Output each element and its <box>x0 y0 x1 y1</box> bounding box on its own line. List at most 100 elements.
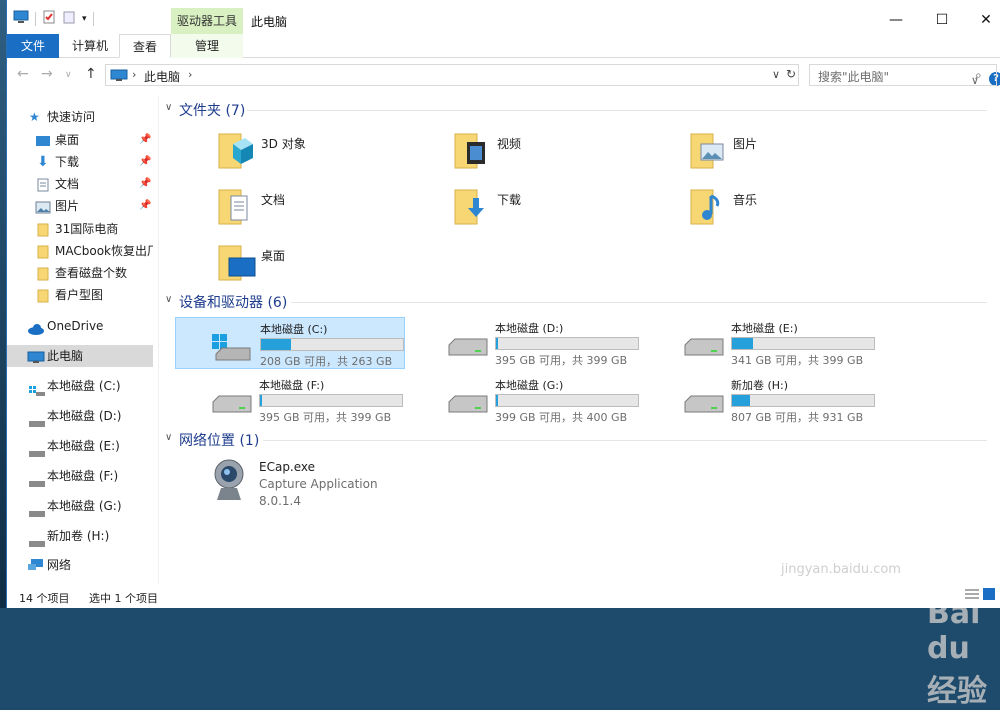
computer-icon[interactable] <box>13 10 29 27</box>
group-devices-header[interactable]: ∨ 设备和驱动器 (6) <box>159 292 1000 312</box>
folder-label: 桌面 <box>261 249 286 263</box>
maximize-button[interactable]: ☐ <box>919 8 965 32</box>
drive-free-space: 341 GB 可用，共 399 GB <box>731 354 864 367</box>
group-folders-header[interactable]: ∨ 文件夹 (7) <box>159 100 1000 120</box>
nav-pinned-pictures[interactable]: 图片 📌 <box>7 195 153 217</box>
drive-tile[interactable]: 本地磁盘 (G:) 399 GB 可用，共 400 GB <box>411 374 641 426</box>
drive-icon <box>212 395 252 413</box>
drive-tile[interactable]: 本地磁盘 (E:) 341 GB 可用，共 399 GB <box>647 317 877 369</box>
drive-tile[interactable]: 本地磁盘 (D:) 395 GB 可用，共 399 GB <box>411 317 641 369</box>
address-bar[interactable]: › 此电脑 › ∨ ↻ <box>105 64 799 86</box>
customize-qat-icon[interactable]: ▾ <box>82 14 87 24</box>
up-button[interactable]: ↑ <box>85 66 97 82</box>
nav-drive-e[interactable]: 本地磁盘 (E:) <box>7 435 153 457</box>
drive-name: 本地磁盘 (F:) <box>259 379 325 392</box>
refresh-icon[interactable]: ↻ <box>786 67 796 81</box>
picture-folder-icon <box>690 133 724 169</box>
nav-recent-folder[interactable]: 看户型图 <box>7 284 153 306</box>
nav-recent-folder[interactable]: 查看磁盘个数 <box>7 262 153 284</box>
nav-drive-g[interactable]: 本地磁盘 (G:) <box>7 495 153 517</box>
folder-label: 下载 <box>497 193 522 207</box>
folder-desktop[interactable]: 桌面 <box>217 238 447 290</box>
folder-icon <box>37 244 49 262</box>
close-button[interactable]: ✕ <box>963 8 1000 32</box>
collapse-chevron-icon[interactable]: ∨ <box>165 432 172 443</box>
network-item-version: 8.0.1.4 <box>259 494 301 508</box>
minimize-button[interactable]: — <box>873 8 919 32</box>
breadcrumb-chevron-icon: › <box>132 68 137 81</box>
search-input[interactable]: 搜索"此电脑" <box>809 64 997 86</box>
window-title: 此电脑 <box>251 15 288 29</box>
nav-pinned-desktop[interactable]: 桌面 📌 <box>7 129 153 151</box>
address-dropdown-icon[interactable]: ∨ <box>772 68 780 81</box>
drive-icon <box>29 443 45 457</box>
folder-icon <box>37 266 49 284</box>
folder-videos[interactable]: 视频 <box>453 126 683 178</box>
nav-pinned-downloads[interactable]: ⬇ 下载 📌 <box>7 151 153 173</box>
nav-quick-access[interactable]: ★ 快速访问 <box>7 106 153 128</box>
group-network-header[interactable]: ∨ 网络位置 (1) <box>159 430 1000 450</box>
folder-3d-objects[interactable]: 3D 对象 <box>217 126 447 178</box>
nav-drive-f[interactable]: 本地磁盘 (F:) <box>7 465 153 487</box>
new-folder-icon[interactable] <box>62 10 76 27</box>
tab-computer[interactable]: 计算机 <box>63 34 117 58</box>
nav-label: 网络 <box>47 558 72 572</box>
folder-label: 图片 <box>733 137 758 151</box>
pin-icon[interactable]: 📌 <box>139 151 151 173</box>
breadcrumb-chevron-icon[interactable]: › <box>188 68 192 81</box>
nav-drive-c[interactable]: 本地磁盘 (C:) <box>7 375 153 397</box>
drive-name: 本地磁盘 (E:) <box>731 322 798 335</box>
divider <box>291 302 987 303</box>
drive-tile[interactable]: 新加卷 (H:) 807 GB 可用，共 931 GB <box>647 374 877 426</box>
collapse-chevron-icon[interactable]: ∨ <box>165 294 172 305</box>
nav-label: 此电脑 <box>47 349 84 363</box>
folder-music[interactable]: 音乐 <box>689 182 919 234</box>
folder-pictures[interactable]: 图片 <box>689 126 919 178</box>
nav-label: 本地磁盘 (G:) <box>47 499 122 513</box>
desktop-folder-icon <box>218 245 256 281</box>
tab-view[interactable]: 查看 <box>119 34 171 58</box>
properties-icon[interactable] <box>42 10 56 27</box>
divider <box>247 110 987 111</box>
pin-icon[interactable]: 📌 <box>139 195 151 217</box>
nav-recent-folder[interactable]: 31国际电商 <box>7 218 153 240</box>
recent-locations-icon[interactable]: ∨ <box>65 70 72 80</box>
drive-name: 新加卷 (H:) <box>731 379 789 392</box>
nav-label: 本地磁盘 (D:) <box>47 409 122 423</box>
tab-manage[interactable]: 管理 <box>171 34 243 58</box>
folder-downloads[interactable]: 下载 <box>453 182 683 234</box>
folder-label: 视频 <box>497 137 522 151</box>
drive-icon <box>448 395 488 413</box>
search-icon[interactable]: ⌕ <box>975 68 982 83</box>
pin-icon[interactable]: 📌 <box>139 173 151 195</box>
divider <box>263 440 987 441</box>
forward-button[interactable]: → <box>41 66 53 82</box>
context-tab-group-label: 驱动器工具 <box>171 8 243 34</box>
nav-onedrive[interactable]: OneDrive <box>7 315 153 337</box>
nav-label: 本地磁盘 (C:) <box>47 379 121 393</box>
network-location-item[interactable]: ECap.exe Capture Application 8.0.1.4 <box>211 456 511 512</box>
nav-recent-folder[interactable]: MACbook恢复出厂 <box>7 240 153 262</box>
drive-tile[interactable]: 本地磁盘 (C:) 208 GB 可用，共 263 GB <box>175 317 405 369</box>
nav-this-pc[interactable]: 此电脑 <box>7 345 153 367</box>
explorer-window: ▾ 驱动器工具 此电脑 — ☐ ✕ 文件 计算机 查看 管理 ∨ ? ← → ∨… <box>6 0 1000 709</box>
nav-drive-d[interactable]: 本地磁盘 (D:) <box>7 405 153 427</box>
details-view-icon[interactable] <box>965 588 979 603</box>
back-button[interactable]: ← <box>17 66 29 82</box>
group-title: 文件夹 (7) <box>179 103 246 119</box>
drive-free-space: 208 GB 可用，共 263 GB <box>260 355 393 368</box>
nav-drive-h[interactable]: 新加卷 (H:) <box>7 525 153 547</box>
drive-tile[interactable]: 本地磁盘 (F:) 395 GB 可用，共 399 GB <box>175 374 405 426</box>
folder-documents[interactable]: 文档 <box>217 182 447 234</box>
breadcrumb[interactable]: 此电脑 <box>144 68 180 85</box>
collapse-chevron-icon[interactable]: ∨ <box>165 102 172 113</box>
nav-pinned-documents[interactable]: 文档 📌 <box>7 173 153 195</box>
tab-file[interactable]: 文件 <box>7 34 59 58</box>
nav-label: 31国际电商 <box>55 222 119 236</box>
nav-label: 查看磁盘个数 <box>55 266 128 280</box>
nav-network[interactable]: 网络 <box>7 554 153 576</box>
large-icons-view-icon[interactable] <box>983 588 995 603</box>
folder-label: 3D 对象 <box>261 137 306 151</box>
pin-icon[interactable]: 📌 <box>139 129 151 151</box>
windows-drive-icon <box>212 334 251 361</box>
